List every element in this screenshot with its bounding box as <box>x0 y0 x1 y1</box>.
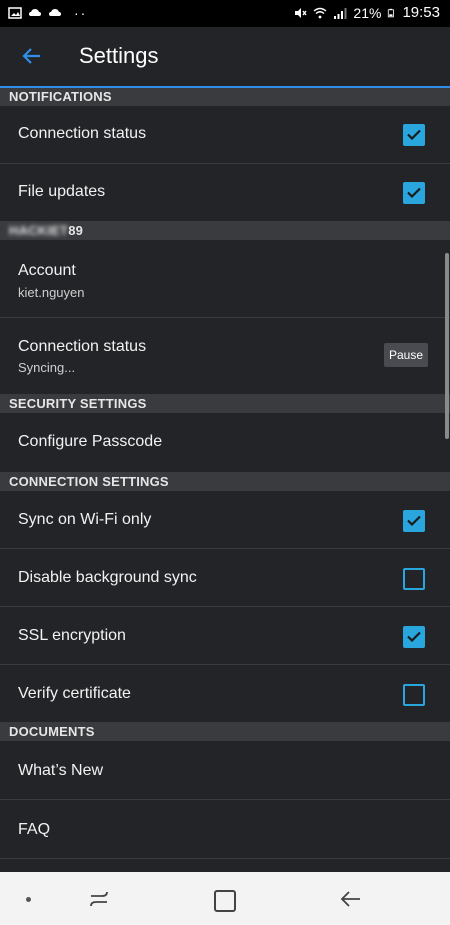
setting-verify-certificate[interactable]: Verify certificate <box>0 665 450 723</box>
cloud-icon <box>29 9 41 16</box>
setting-label: Disable background sync <box>18 569 197 586</box>
account-name-blurred: HACKIET <box>9 223 69 238</box>
gallery-icon <box>8 7 22 19</box>
settings-list: NOTIFICATIONS Connection status File upd… <box>0 88 450 859</box>
mute-icon <box>295 7 307 18</box>
setting-value: Syncing... <box>18 360 76 375</box>
section-header-notifications: NOTIFICATIONS <box>0 88 450 106</box>
setting-disable-background-sync[interactable]: Disable background sync <box>0 549 450 607</box>
setting-label: Configure Passcode <box>18 433 163 450</box>
account-name-suffix: 89 <box>68 223 84 238</box>
setting-label: Account <box>18 262 76 279</box>
checkbox-unchecked[interactable] <box>403 684 425 706</box>
recents-icon[interactable] <box>88 888 110 910</box>
checkbox-checked[interactable] <box>403 182 425 204</box>
home-icon[interactable] <box>214 890 236 912</box>
setting-ssl-encryption[interactable]: SSL encryption <box>0 607 450 665</box>
setting-value: kiet.nguyen <box>18 285 85 300</box>
back-arrow-icon[interactable] <box>20 44 44 68</box>
section-header-connection: CONNECTION SETTINGS <box>0 473 450 491</box>
setting-label: SSL encryption <box>18 627 126 644</box>
navigation-bar <box>0 872 450 925</box>
setting-label: Connection status <box>18 338 147 355</box>
signal-icon <box>334 7 347 19</box>
pause-button[interactable]: Pause <box>384 343 428 367</box>
scrollbar[interactable] <box>445 253 449 439</box>
checkbox-checked[interactable] <box>403 124 425 146</box>
page-title: Settings <box>79 43 159 68</box>
section-header-documents: DOCUMENTS <box>0 723 450 741</box>
clock: 19:53 <box>402 4 440 21</box>
section-header-account: HACKIET89 <box>0 222 450 240</box>
dot-icon[interactable] <box>26 897 31 902</box>
section-header-security: SECURITY SETTINGS <box>0 395 450 413</box>
setting-configure-passcode[interactable]: Configure Passcode <box>0 413 450 473</box>
setting-account-connection-status[interactable]: Connection status Syncing... Pause <box>0 318 450 395</box>
setting-label: What’s New <box>18 762 104 779</box>
setting-sync-wifi-only[interactable]: Sync on Wi-Fi only <box>0 491 450 549</box>
setting-account[interactable]: Account kiet.nguyen <box>0 240 450 318</box>
battery-icon <box>388 8 395 17</box>
setting-file-updates[interactable]: File updates <box>0 164 450 222</box>
app-bar: Settings <box>0 27 450 88</box>
setting-notification-connection-status[interactable]: Connection status <box>0 106 450 164</box>
checkbox-checked[interactable] <box>403 510 425 532</box>
status-bar: ·· 21% 19:53 <box>0 0 450 27</box>
setting-label: File updates <box>18 183 106 200</box>
setting-label: Verify certificate <box>18 685 131 702</box>
cloud-icon <box>49 9 61 16</box>
setting-label: Sync on Wi-Fi only <box>18 511 152 528</box>
back-icon[interactable] <box>340 888 362 910</box>
wifi-icon <box>313 7 327 18</box>
setting-faq[interactable]: FAQ <box>0 800 450 859</box>
setting-whats-new[interactable]: What’s New <box>0 741 450 800</box>
setting-label: Connection status <box>18 125 147 142</box>
setting-label: FAQ <box>18 821 51 838</box>
battery-percent: 21% <box>353 4 382 21</box>
more-dots-icon: ·· <box>74 5 88 21</box>
checkbox-unchecked[interactable] <box>403 568 425 590</box>
checkbox-checked[interactable] <box>403 626 425 648</box>
